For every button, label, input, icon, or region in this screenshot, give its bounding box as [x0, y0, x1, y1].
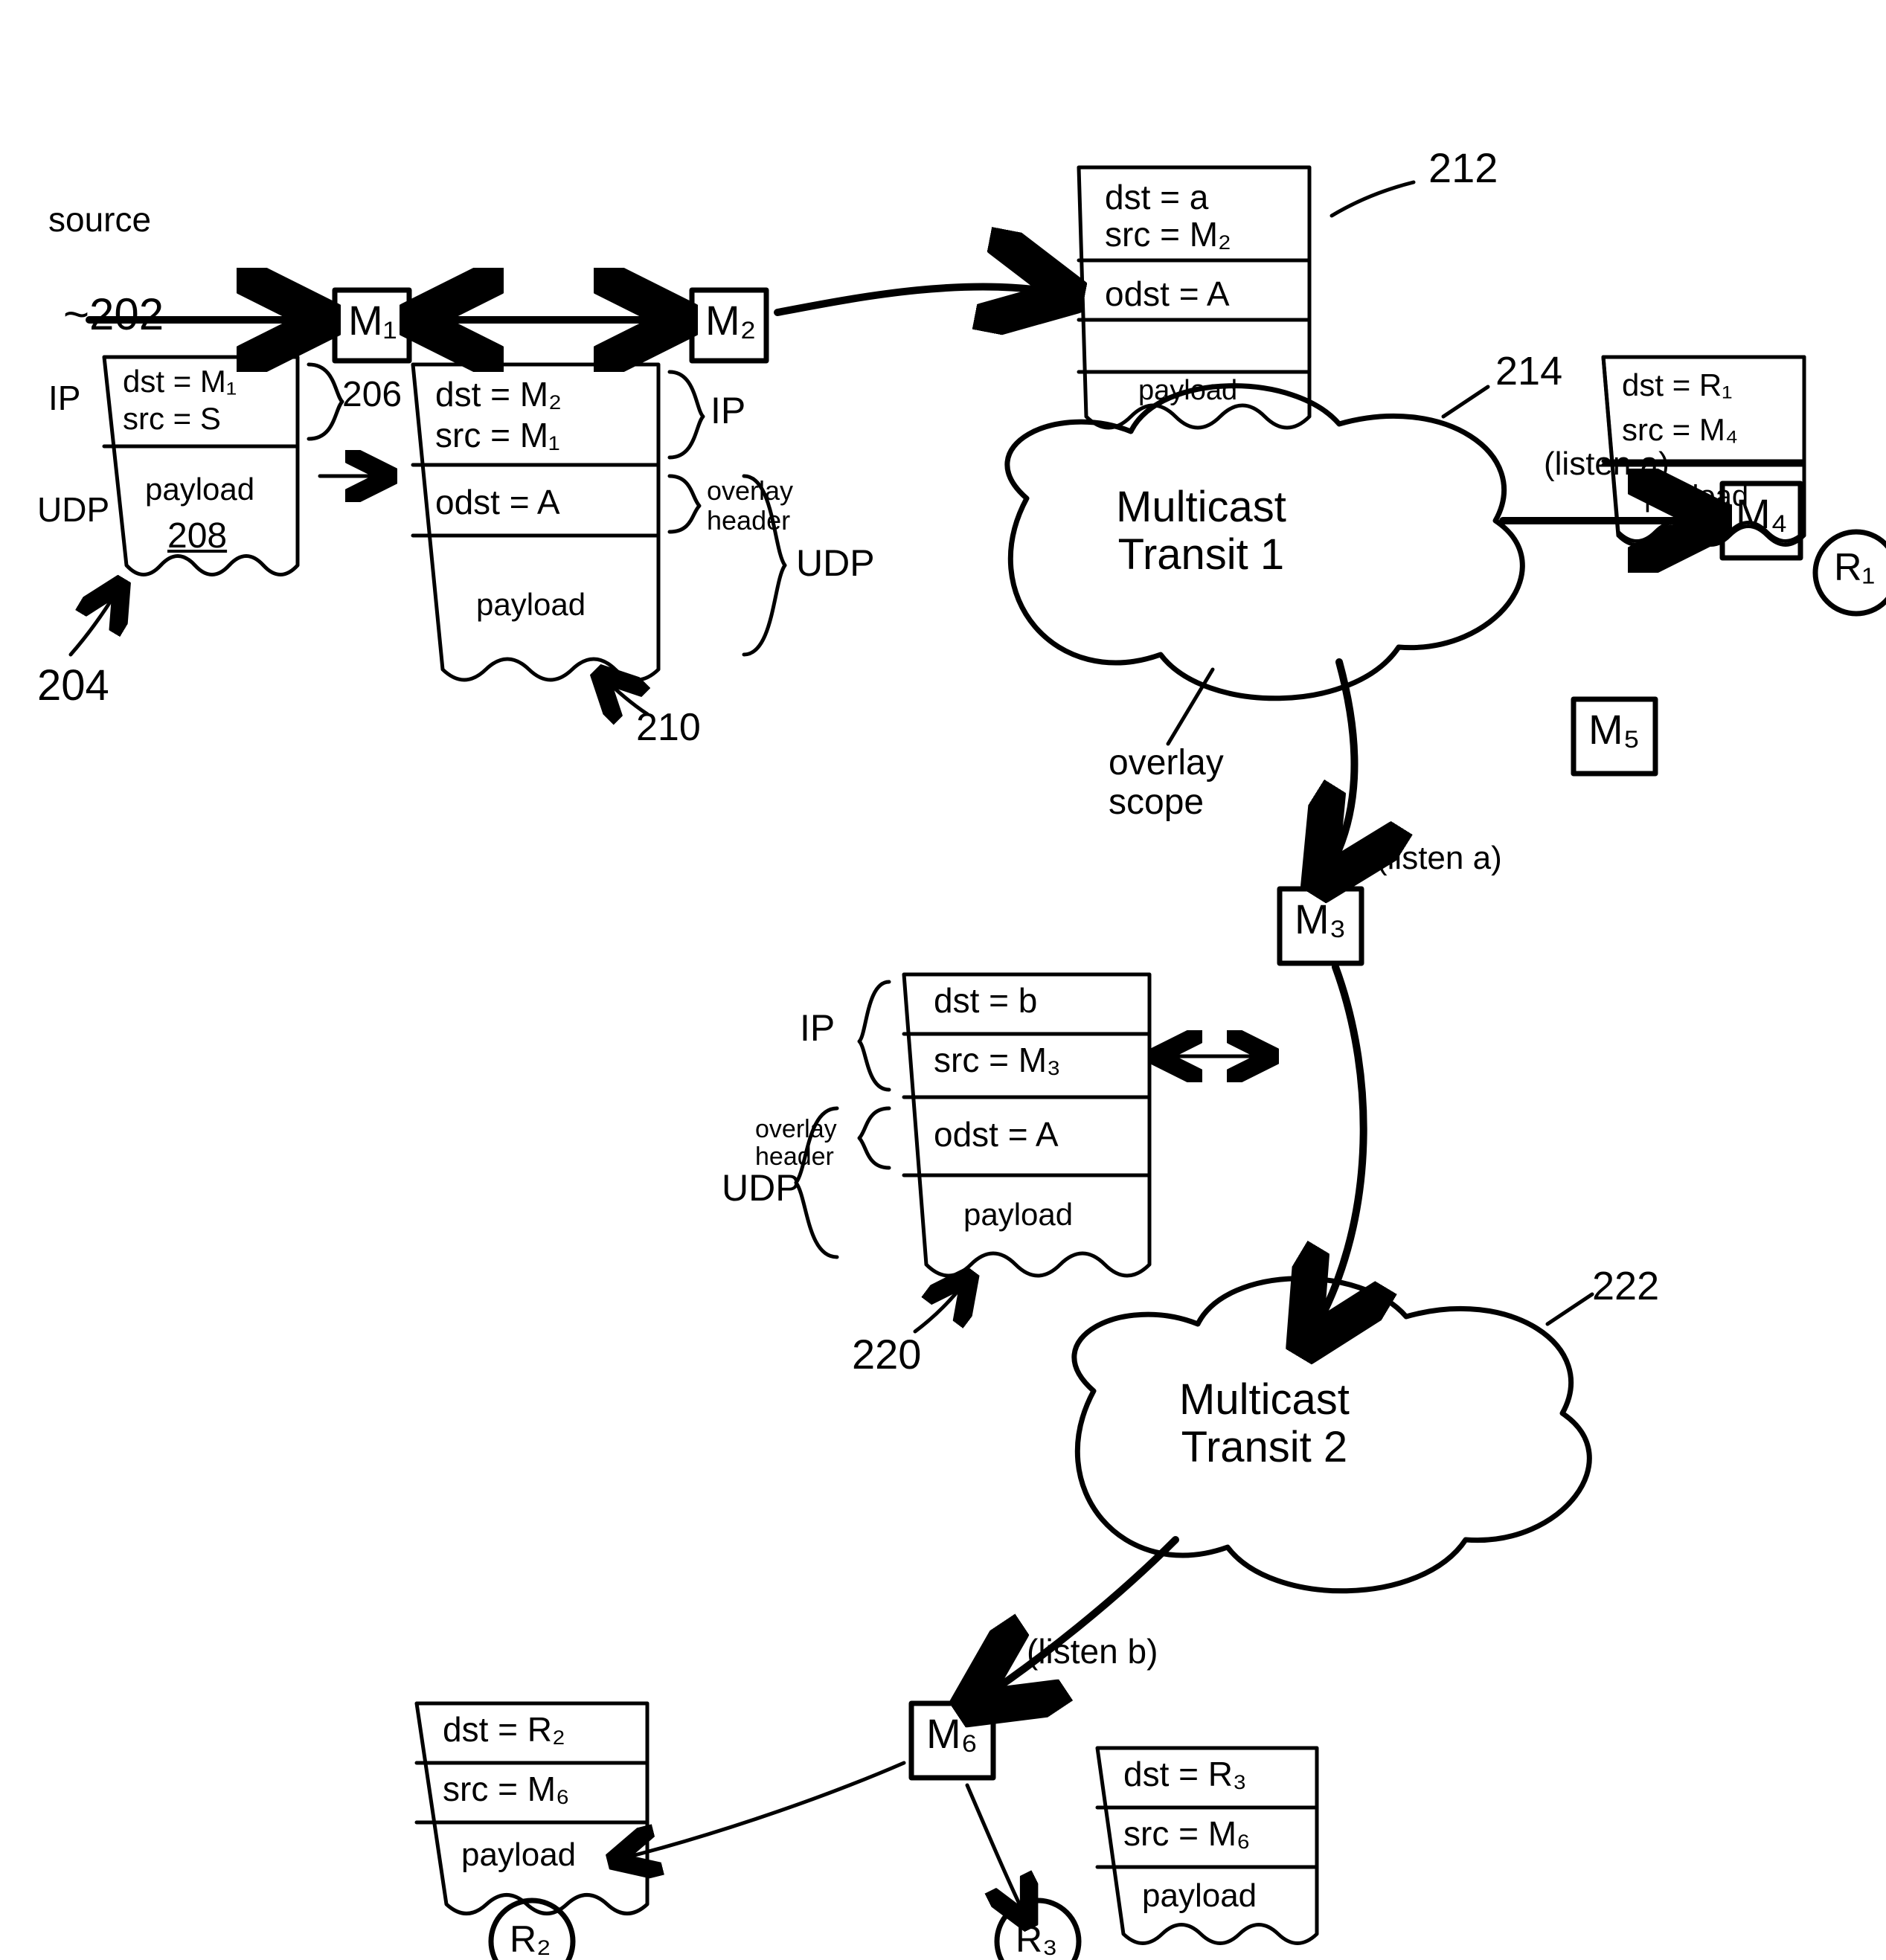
label-ip-left: IP [48, 379, 80, 417]
diagram-svg [0, 0, 1886, 1951]
node-m1: M₁ [348, 298, 397, 344]
label-ref-210: 210 [636, 707, 701, 749]
packet-210-overlay-label: overlay header [707, 476, 793, 535]
packet-r2-payload: payload [461, 1837, 576, 1873]
node-m6: M₆ [926, 1711, 978, 1757]
label-ref-214: 214 [1495, 350, 1562, 393]
packet-210-odst: odst = A [435, 483, 560, 521]
node-m3: M₃ [1295, 896, 1346, 942]
packet-210-dst: dst = M₂ [435, 376, 562, 414]
packet-210-udp-label: UDP [796, 543, 875, 584]
packet-220-udp-label: UDP [722, 1168, 801, 1209]
packet-220-ip-label: IP [800, 1008, 835, 1049]
packet-220-overlay-label: overlay header [755, 1116, 837, 1172]
node-r1: R₁ [1834, 547, 1875, 589]
overlay-multicast-diagram: source ~202 IP UDP 204 dst = M₁ src = S … [0, 0, 1886, 1951]
packet-212-payload: payload [1138, 376, 1237, 407]
label-ref-202: ~202 [63, 290, 164, 339]
label-ref-220: 220 [852, 1331, 921, 1378]
packet-220-src: src = M₃ [934, 1041, 1061, 1079]
packet-r1-dst: dst = R₁ [1622, 368, 1732, 402]
label-udp-left: UDP [37, 491, 109, 529]
label-ref-222: 222 [1592, 1265, 1659, 1308]
packet-210-src: src = M₁ [435, 417, 560, 454]
annotation-listen-a-m3: (listen a) [1376, 841, 1502, 876]
packet-210-ip-label: IP [711, 391, 745, 431]
packet-212-odst: odst = A [1105, 275, 1230, 313]
packet-212-src: src = M₂ [1105, 216, 1231, 254]
label-source: source [48, 201, 151, 239]
label-ref-206: 206 [342, 376, 402, 415]
packet-220-payload: payload [963, 1198, 1073, 1232]
packet-r2-dst: dst = R₂ [443, 1711, 565, 1749]
annotation-listen-b: (listen b) [1027, 1633, 1158, 1671]
cloud-transit-2: Multicast Transit 2 [1179, 1376, 1350, 1471]
label-ref-208: 208 [167, 517, 227, 556]
packet-r1-payload: payload [1644, 480, 1748, 513]
cloud-transit-1: Multicast Transit 1 [1116, 483, 1286, 579]
label-ref-204: 204 [37, 662, 109, 710]
packet-220-odst: odst = A [934, 1116, 1059, 1154]
packet-210-payload: payload [476, 588, 586, 622]
packet-r3-dst: dst = R₃ [1123, 1755, 1247, 1793]
packet-204-src: src = S [123, 402, 221, 436]
node-r3: R₃ [1016, 1919, 1057, 1960]
packet-204-dst: dst = M₁ [123, 364, 237, 399]
node-m2: M₂ [705, 298, 756, 344]
node-r2: R₂ [510, 1919, 551, 1960]
label-overlay-scope: overlay scope [1109, 744, 1224, 823]
packet-204-payload: payload [145, 472, 254, 507]
packet-r2-src: src = M₆ [443, 1770, 570, 1808]
node-m5: M₅ [1588, 707, 1640, 753]
annotation-listen-a-m4: (listen a) [1544, 446, 1670, 482]
packet-212-dst: dst = a [1105, 179, 1208, 216]
packet-220-dst: dst = b [934, 982, 1037, 1020]
packet-r3-src: src = M₆ [1123, 1815, 1251, 1853]
packet-r3-payload: payload [1142, 1878, 1257, 1914]
label-ref-212: 212 [1428, 145, 1498, 191]
packet-r1-src: src = M₄ [1622, 413, 1738, 447]
